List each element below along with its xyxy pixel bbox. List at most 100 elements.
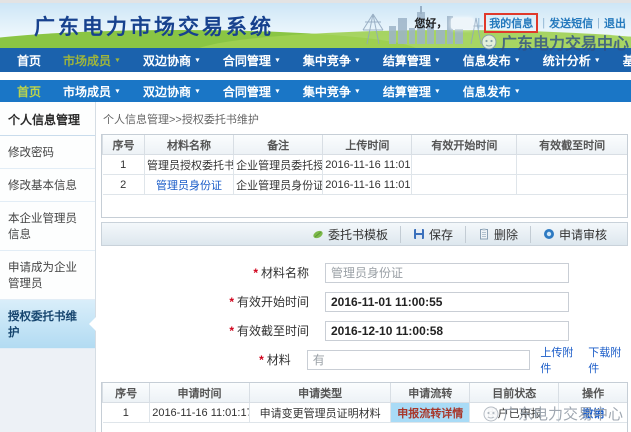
applications-column-header: 申请流转	[391, 383, 470, 403]
sidebar-item[interactable]: 本企业管理员信息	[0, 202, 95, 251]
secondary-nav-item[interactable]: 结算管理	[372, 83, 452, 100]
primary-nav-item[interactable]: 统计分析	[532, 52, 612, 69]
cell-apply-time: 2016-11-16 11:01:17	[150, 403, 250, 423]
required-asterisk-icon	[253, 266, 261, 280]
cell-material-name[interactable]: 管理员授权委托书	[144, 155, 233, 175]
sidebar-item[interactable]: 申请成为企业管理员	[0, 251, 95, 300]
required-asterisk-icon	[229, 324, 237, 338]
template-button[interactable]: 委托书模板	[300, 226, 400, 243]
sidebar-menu: 个人信息管理 修改密码 修改基本信息 本企业管理员信息	[0, 102, 95, 349]
nav-item-label: 信息发布	[463, 52, 511, 69]
cell-valid-to	[517, 175, 627, 195]
send-sms-link[interactable]: 发送短信	[549, 15, 593, 31]
logout-link[interactable]: 退出	[604, 15, 626, 31]
secondary-nav-item[interactable]: 集中竞争	[292, 83, 372, 100]
chevron-down-icon	[114, 88, 121, 94]
delete-button[interactable]: 删除	[465, 226, 530, 243]
secondary-nav-item[interactable]: 合同管理	[212, 83, 292, 100]
applications-table: 序号申请时间申请类型申请流转目前状态操作 1 2016-11-16 11:01:…	[101, 382, 628, 432]
nav-item-label: 信息发布	[463, 83, 511, 100]
nav-item-label: 合同管理	[223, 83, 271, 100]
chevron-down-icon	[194, 57, 201, 63]
save-button[interactable]: 保存	[400, 226, 465, 243]
primary-nav-item[interactable]: 首页	[6, 52, 52, 69]
sidebar-item[interactable]: 授权委托书维护	[0, 300, 95, 349]
materials-column-header: 材料名称	[144, 135, 233, 155]
nav-item-label: 集中竞争	[303, 52, 351, 69]
template-icon	[312, 228, 324, 240]
sidebar-item-label: 本企业管理员信息	[8, 213, 77, 241]
cell-valid-from	[412, 155, 517, 175]
applications-table-row[interactable]: 1 2016-11-16 11:01:17 申请变更管理员证明材料 申报流转详情…	[103, 403, 628, 423]
sidebar-title: 个人信息管理	[0, 102, 95, 136]
button-label: 委托书模板	[328, 226, 388, 243]
secondary-nav-item[interactable]: 市场成员	[52, 83, 132, 100]
app-window: 广东电力市场交易系统 您好， 我的信息 发送短信 退出 广东电力交易中心 首页	[0, 0, 631, 432]
cell-num: 2	[103, 175, 145, 195]
primary-nav-item[interactable]: 市场成员	[52, 52, 132, 69]
secondary-nav-item[interactable]: 信息发布	[452, 83, 532, 100]
materials-table-row[interactable]: 1 管理员授权委托书 企业管理员委托授权书 2016-11-16 11:01:1…	[103, 155, 628, 175]
cell-material-name[interactable]: 管理员身份证	[144, 175, 233, 195]
materials-table: 序号材料名称备注上传时间有效开始时间有效截至时间 1 管理员授权委托书 企业管理…	[101, 134, 628, 218]
greeting-text: 您好，	[414, 15, 447, 31]
page-body: 个人信息管理 修改密码 修改基本信息 本企业管理员信息	[0, 102, 631, 432]
nav-item-label: 市场成员	[63, 83, 111, 100]
primary-nav-item[interactable]: 集中竞争	[292, 52, 372, 69]
my-info-link[interactable]: 我的信息	[489, 18, 533, 30]
applications-column-header: 操作	[559, 383, 627, 403]
chevron-down-icon	[194, 88, 201, 94]
sidebar-item[interactable]: 修改密码	[0, 136, 95, 169]
primary-nav-item[interactable]: 结算管理	[372, 52, 452, 69]
valid-to-input[interactable]	[325, 321, 569, 341]
primary-nav-item[interactable]: 合同管理	[212, 52, 292, 69]
form-row-valid-to: 有效截至时间	[101, 320, 628, 341]
request-review-button[interactable]: 申请审核	[530, 226, 619, 243]
primary-nav: 首页 市场成员 双边协商 合同管理 集中竞争	[0, 48, 631, 72]
secondary-nav-item[interactable]: 双边协商	[132, 83, 212, 100]
cell-num: 1	[103, 403, 150, 423]
nav-item-label: 基础信息	[623, 52, 631, 69]
applications-column-header: 申请时间	[150, 383, 250, 403]
material-file-input[interactable]	[307, 350, 531, 370]
valid-from-input[interactable]	[325, 292, 569, 312]
form-row-material-file: 材料 上传附件 下载附件	[101, 349, 628, 370]
upload-attachment-link[interactable]: 上传附件	[540, 344, 580, 376]
download-attachment-link[interactable]: 下载附件	[588, 344, 628, 376]
form-row-valid-from: 有效开始时间	[101, 291, 628, 312]
annotation-red-box: 我的信息	[484, 13, 538, 33]
cell-upload-time: 2016-11-16 11:01:17	[323, 155, 412, 175]
nav-item-label: 统计分析	[543, 52, 591, 69]
nav-divider	[0, 72, 631, 80]
sidebar-item[interactable]: 修改基本信息	[0, 169, 95, 202]
applications-column-header: 目前状态	[470, 383, 559, 403]
sidebar-item-label: 修改密码	[8, 147, 54, 159]
sidebar-item-label: 申请成为企业管理员	[8, 262, 77, 290]
primary-nav-item[interactable]: 信息发布	[452, 52, 532, 69]
chevron-down-icon	[274, 57, 281, 63]
nav-item-label: 首页	[17, 83, 41, 100]
divider	[597, 17, 600, 29]
cell-status: 用户已申报	[470, 403, 559, 423]
review-icon	[543, 228, 555, 240]
required-asterisk-icon	[229, 295, 237, 309]
primary-nav-item[interactable]: 基础信息	[612, 52, 631, 69]
cell-valid-to	[517, 155, 627, 175]
flow-detail-link[interactable]: 申报流转详情	[391, 403, 470, 423]
chevron-down-icon	[274, 88, 281, 94]
materials-table-row[interactable]: 2 管理员身份证 企业管理员身份证 2016-11-16 11:01:17	[103, 175, 628, 195]
button-label: 保存	[429, 226, 453, 243]
material-name-input[interactable]	[325, 263, 569, 283]
primary-nav-item[interactable]: 双边协商	[132, 52, 212, 69]
field-label: 有效截至时间	[101, 322, 325, 339]
applications-column-header: 序号	[103, 383, 150, 403]
cell-note: 企业管理员身份证	[234, 175, 323, 195]
nav-item-label: 市场成员	[63, 52, 111, 69]
applications-column-header: 申请类型	[249, 383, 391, 403]
sidebar-item-label: 修改基本信息	[8, 180, 77, 192]
revoke-link[interactable]: 撤销	[559, 403, 627, 423]
nav-item-label: 合同管理	[223, 52, 271, 69]
material-form: 材料名称 有效开始时间 有效截至时间 材料 上传附件 下载附件	[101, 246, 628, 380]
secondary-nav-item[interactable]: 首页	[6, 83, 52, 100]
divider	[477, 17, 480, 29]
